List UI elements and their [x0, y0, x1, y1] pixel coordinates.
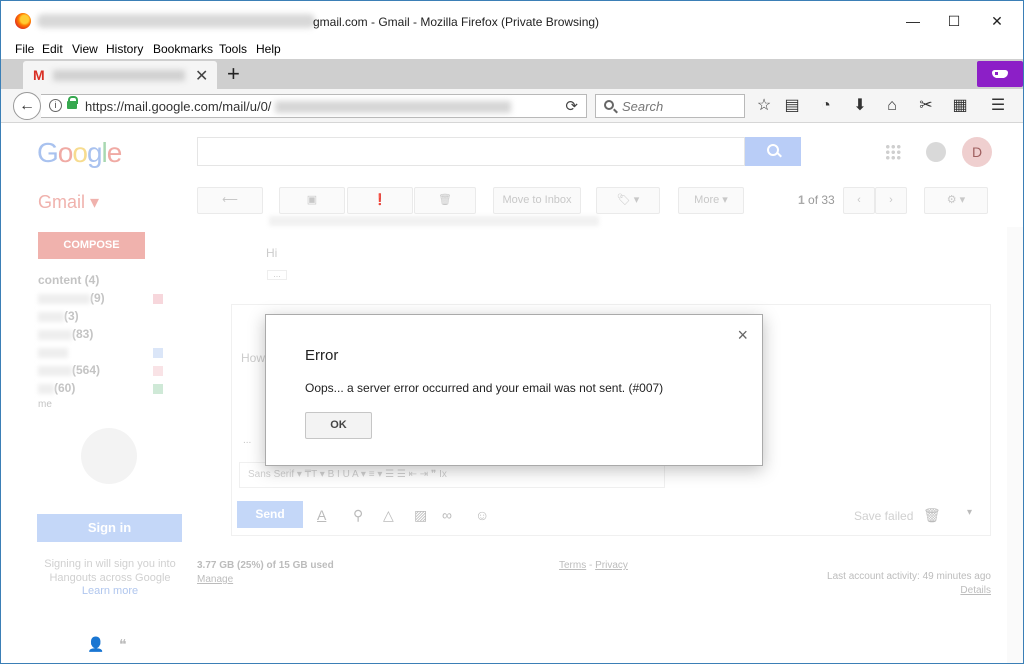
extensions-icon[interactable]: ▦: [950, 96, 970, 116]
screenshot-icon[interactable]: ✂: [916, 96, 936, 116]
menu-view[interactable]: View: [72, 42, 98, 56]
downloads-icon[interactable]: ⬇: [850, 96, 870, 116]
search-icon: [604, 100, 614, 110]
tab-strip: M ✕ +: [1, 59, 1023, 89]
url-text: https://mail.google.com/mail/u/0/: [85, 99, 272, 114]
lock-icon: [67, 96, 78, 109]
reload-icon[interactable]: ⟳: [565, 97, 578, 115]
title-redacted: [37, 14, 315, 28]
new-tab-button[interactable]: +: [227, 61, 240, 87]
firefox-window: gmail.com - Gmail - Mozilla Firefox (Pri…: [0, 0, 1024, 664]
menu-file[interactable]: File: [15, 42, 34, 56]
ok-button[interactable]: OK: [305, 412, 372, 439]
tab-title-redacted: [53, 70, 185, 81]
rss-feed-icon[interactable]: ◔: [816, 96, 836, 116]
menu-bookmarks[interactable]: Bookmarks: [153, 42, 213, 56]
error-dialog: × Error Oops... a server error occurred …: [265, 314, 763, 466]
hamburger-menu-icon[interactable]: ☰: [988, 96, 1008, 116]
home-icon[interactable]: ⌂: [882, 96, 902, 116]
search-input[interactable]: Search: [595, 94, 745, 118]
menu-bar: File Edit View History Bookmarks Tools H…: [1, 39, 1023, 59]
maximize-button[interactable]: ☐: [939, 9, 969, 33]
back-button[interactable]: ←: [13, 92, 41, 120]
dialog-message: Oops... a server error occurred and your…: [305, 381, 664, 395]
info-icon[interactable]: i: [49, 99, 62, 112]
nav-bar: ← i https://mail.google.com/mail/u/0/ ⟳ …: [1, 89, 1023, 123]
bookmark-star-icon[interactable]: ☆: [754, 96, 774, 116]
tab-close-icon[interactable]: ✕: [195, 66, 208, 86]
window-title: gmail.com - Gmail - Mozilla Firefox (Pri…: [313, 15, 600, 29]
tab-gmail[interactable]: M ✕: [23, 61, 217, 89]
minimize-button[interactable]: —: [898, 9, 928, 33]
dialog-title: Error: [305, 347, 339, 364]
search-placeholder: Search: [622, 99, 664, 114]
reading-list-icon[interactable]: ▤: [782, 96, 802, 116]
menu-history[interactable]: History: [106, 42, 143, 56]
firefox-logo-icon: [15, 13, 31, 29]
dialog-close-icon[interactable]: ×: [737, 325, 748, 346]
gmail-favicon-icon: M: [33, 67, 45, 83]
close-window-button[interactable]: ✕: [982, 9, 1012, 33]
menu-help[interactable]: Help: [256, 42, 281, 56]
title-bar: gmail.com - Gmail - Mozilla Firefox (Pri…: [1, 1, 1023, 39]
url-bar[interactable]: i https://mail.google.com/mail/u/0/ ⟳: [41, 94, 587, 118]
private-browsing-mask-icon: [977, 61, 1023, 87]
menu-tools[interactable]: Tools: [219, 42, 247, 56]
url-redacted: [275, 101, 511, 113]
menu-edit[interactable]: Edit: [42, 42, 63, 56]
